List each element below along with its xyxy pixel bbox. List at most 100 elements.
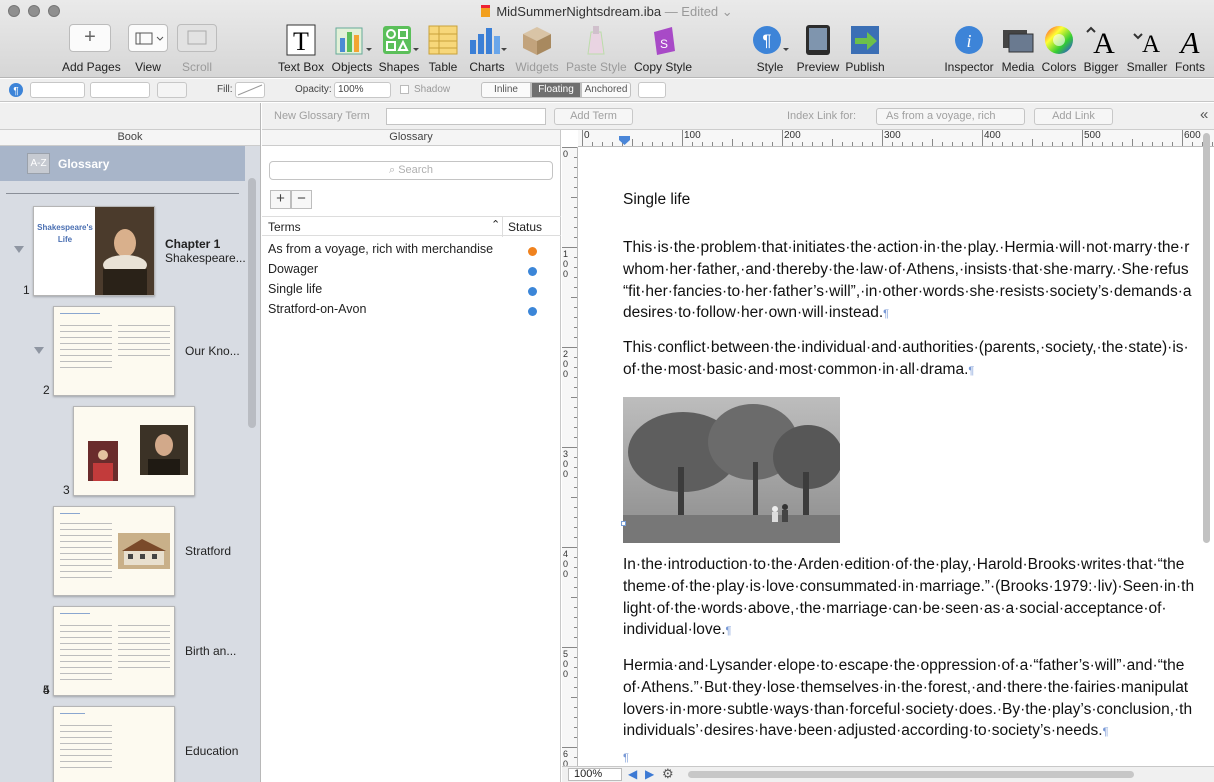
page-2-thumbnail[interactable] [53,306,175,396]
edited-status[interactable]: — Edited ⌄ [665,4,733,19]
page-5-thumbnail[interactable] [53,606,175,696]
page-3-thumbnail[interactable] [73,406,195,496]
term-label: Single life [268,282,323,296]
objects-button[interactable]: Objects [330,24,374,74]
indent-marker-icon[interactable] [619,136,630,146]
charts-button[interactable]: Charts [466,24,508,74]
paragraph-style-icon[interactable]: ¶ [9,83,23,97]
glossary-term-row[interactable]: As from a voyage, rich with merchandise [262,242,561,262]
sidebar-header: Book [0,130,260,146]
border-color-well[interactable] [157,82,187,98]
glossary-term-row[interactable]: Single life [262,282,561,302]
paste-style-button[interactable]: Paste Style [566,24,627,74]
widgets-icon [523,27,551,55]
smaller-label: Smaller [1126,60,1168,74]
document-canvas[interactable]: 0 100 200 300 400 500 600 0 1 0 0 2 0 0 3 0 0 4 0 … [562,130,1214,782]
preview-button[interactable]: Preview [796,24,840,74]
sidebar-item-glossary[interactable]: A-Z Glossary [0,146,245,181]
glossary-term-row[interactable]: Dowager [262,262,561,282]
page-number: 1 [23,283,30,297]
media-button[interactable]: Media [999,24,1037,74]
paste-style-icon [587,26,605,55]
glossary-header-label: Glossary [389,131,433,143]
sidebar-scrollbar[interactable] [248,178,256,428]
svg-text:S: S [660,37,668,51]
page-4-thumbnail[interactable] [53,506,175,596]
view-button[interactable]: View [126,24,170,74]
format-bar: ¶ Fill: Opacity: 100% Shadow Inline Floa… [0,79,1214,102]
table-button[interactable]: Table [426,24,460,74]
add-pages-button[interactable]: + Add Pages [62,24,121,74]
paragraph-text: In·the·introduction·to·the·Arden·edition… [623,556,1195,639]
glossary-term-bar: New Glossary Term Add Term Index Link fo… [262,103,1214,130]
new-term-input[interactable] [386,108,546,125]
ruler-label: 500 [1084,130,1101,141]
arrange-popup[interactable] [638,82,666,98]
scroll-button[interactable]: Scroll [176,24,218,74]
shapes-label: Shapes [378,60,420,74]
publish-button[interactable]: Publish [844,24,886,74]
inspector-button[interactable]: i Inspector [942,24,996,74]
disclosure-triangle-icon[interactable] [14,246,24,253]
font-popup[interactable] [90,82,150,98]
preview-label: Preview [796,60,840,74]
fonts-button[interactable]: A Fonts [1172,24,1208,74]
add-term-plus-button[interactable]: + [270,190,291,209]
bigger-button[interactable]: A Bigger [1082,24,1120,74]
forest-engraving-image[interactable] [623,397,840,543]
wrap-inline-button[interactable]: Inline [481,82,531,98]
next-page-icon[interactable]: ▶ [645,767,654,781]
chapter-thumb-title: Shakespeare's Life [37,223,93,244]
ruler-label: 200 [784,130,801,141]
add-term-button[interactable]: Add Term [554,108,633,125]
zoom-popup[interactable]: 100% [568,768,622,781]
term-label: Dowager [268,262,319,276]
chapter-1-thumbnail[interactable]: Shakespeare's Life [33,206,155,296]
fill-color-well[interactable] [235,82,265,98]
opacity-value: 100% [338,84,364,95]
status-column-header[interactable]: Status [508,220,542,234]
pilcrow-mark: ¶ [1102,726,1109,739]
ruler-label: 0 [584,130,590,141]
page-label: Stratford [185,544,232,558]
bigger-label: Bigger [1083,60,1119,74]
collapse-panel-icon[interactable]: « [1200,106,1208,123]
shapes-button[interactable]: Shapes [378,24,420,74]
widgets-button[interactable]: Widgets [513,24,561,74]
previous-page-icon[interactable]: ◀ [628,767,637,781]
remove-term-minus-button[interactable]: − [291,190,312,209]
ruler-label: 5 0 0 [563,649,569,679]
index-link-popup[interactable]: As from a voyage, rich [876,108,1025,125]
preview-ipad-icon [806,25,830,55]
colors-button[interactable]: Colors [1040,24,1078,74]
style-popup[interactable] [30,82,85,98]
section-heading: Single life [623,191,691,208]
ruler-label: 300 [884,130,901,141]
terms-column-header[interactable]: Terms [268,220,301,234]
gear-icon[interactable]: ⚙ [662,766,674,782]
page-number: 5 [43,683,50,697]
glossary-search-input[interactable]: ⌕ Search [269,161,553,180]
document-scrollbar[interactable] [1203,133,1210,543]
view-icon [128,24,168,52]
opacity-stepper[interactable]: 100% [334,82,391,98]
wrap-anchored-button[interactable]: Anchored [581,82,631,98]
disclosure-triangle-icon[interactable] [34,347,44,354]
objects-icon [335,27,372,55]
anchor-handle[interactable] [621,521,626,526]
page-label: Our Kno... [185,344,240,358]
text-box-button[interactable]: T Text Box [277,24,325,74]
wrap-floating-button[interactable]: Floating [531,82,581,98]
add-link-button[interactable]: Add Link [1034,108,1113,125]
page-6-thumbnail[interactable] [53,706,175,782]
style-button[interactable]: ¶ Style [750,24,790,74]
shadow-checkbox[interactable] [400,85,409,94]
svg-text:¶: ¶ [762,31,771,50]
copy-style-button[interactable]: S Copy Style [632,24,694,74]
ruler-label: 0 [563,149,569,159]
window-title: MidSummerNightsdream.iba — Edited ⌄ [0,4,1214,20]
glossary-term-row[interactable]: Stratford-on-Avon [262,302,561,322]
horizontal-scrollbar[interactable] [688,771,1134,778]
smaller-button[interactable]: A Smaller [1125,24,1169,74]
publish-icon [851,26,879,54]
